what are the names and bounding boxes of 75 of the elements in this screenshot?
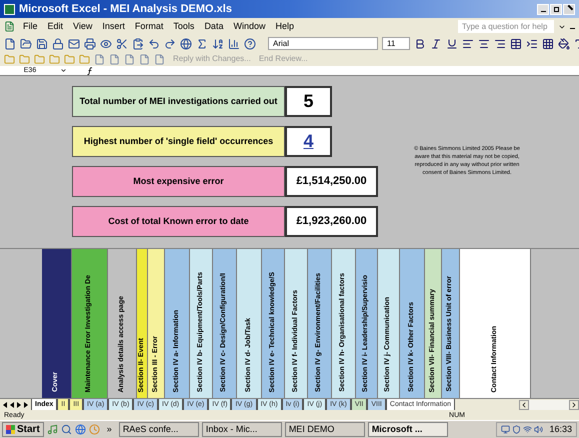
summary-value[interactable]: 4 <box>285 126 332 157</box>
summary-value: 5 <box>285 86 332 117</box>
shield-icon[interactable] <box>512 425 522 434</box>
mail-icon[interactable] <box>68 38 80 50</box>
close-button[interactable] <box>563 4 575 14</box>
save-icon[interactable] <box>36 38 48 50</box>
menu-item[interactable]: Edit <box>48 20 64 34</box>
sort-icon[interactable] <box>212 38 224 50</box>
summary-label: Highest number of 'single field' occurrences <box>72 126 285 157</box>
font-size-field[interactable]: 11 <box>382 37 410 50</box>
taskbar-button[interactable]: Inbox - Mic... <box>202 422 282 437</box>
sigma-icon[interactable] <box>196 38 208 50</box>
italic-icon[interactable] <box>430 38 442 50</box>
menu-item[interactable]: Help <box>275 20 294 34</box>
summary-label: Total number of MEI investigations carried out <box>72 86 285 117</box>
globe-icon[interactable] <box>180 38 192 50</box>
network-icon[interactable] <box>523 425 532 434</box>
document-icon[interactable] <box>154 54 165 64</box>
scroll-left-icon[interactable] <box>519 400 529 410</box>
function-icon[interactable] <box>87 66 93 74</box>
taskbar-button[interactable]: Microsoft ... <box>368 422 448 437</box>
window-title: Microsoft Excel - MEI Analysis DEMO.xls <box>19 2 232 17</box>
fill-color-icon[interactable] <box>558 38 570 50</box>
align-left-icon[interactable] <box>462 38 474 50</box>
menu-item[interactable]: Tools <box>173 20 194 34</box>
paste-icon[interactable] <box>132 38 144 50</box>
printer-icon[interactable] <box>84 38 96 50</box>
undo-icon[interactable] <box>148 38 160 50</box>
summary-label: Cost of total Known error to date <box>72 206 285 237</box>
bold-icon[interactable] <box>414 38 426 50</box>
menu-item[interactable]: Insert <box>102 20 125 34</box>
summary-value: £1,923,260.00 <box>285 206 378 237</box>
search-icon[interactable] <box>60 424 72 435</box>
font-field[interactable]: Arial <box>268 37 378 50</box>
workbook-icon[interactable] <box>4 21 15 32</box>
music-icon[interactable] <box>46 424 58 435</box>
merge-cells-icon[interactable] <box>510 38 522 50</box>
summary-value: £1,514,250.00 <box>285 166 378 197</box>
windows-logo-icon <box>6 425 15 434</box>
new-file-icon[interactable] <box>4 38 16 50</box>
align-center-icon[interactable] <box>478 38 490 50</box>
taskbar-button[interactable]: RAeS confe... <box>118 422 199 437</box>
help-icon[interactable] <box>244 38 256 50</box>
menu-item[interactable]: Data <box>204 20 224 34</box>
scissors-icon[interactable] <box>116 38 128 50</box>
folder-icon[interactable] <box>20 38 32 50</box>
menu-item[interactable]: Format <box>134 20 164 34</box>
start-button[interactable]: Start <box>2 422 44 437</box>
speaker-icon[interactable] <box>534 425 544 434</box>
indent-icon[interactable] <box>526 38 538 50</box>
overflow-button[interactable]: » <box>106 422 112 436</box>
restore-button[interactable] <box>550 4 562 14</box>
document-icon[interactable] <box>109 54 120 64</box>
clock-text: 16:33 <box>549 422 572 436</box>
document-icon[interactable] <box>139 54 150 64</box>
excel-logo-icon <box>4 4 15 14</box>
scroll-right-icon[interactable] <box>569 400 579 410</box>
borders-icon[interactable] <box>542 38 554 50</box>
taskbar-button[interactable]: MEI DEMO <box>284 422 365 437</box>
monitor-icon[interactable] <box>501 425 510 434</box>
menu-item[interactable]: View <box>73 20 92 34</box>
underline-icon[interactable] <box>446 38 458 50</box>
summary-label: Most expensive error <box>72 166 285 197</box>
menu-item[interactable]: File <box>23 20 38 34</box>
align-right-icon[interactable] <box>494 38 506 50</box>
minimize-button[interactable] <box>537 4 549 14</box>
help-search-field[interactable]: Type a question for help <box>458 20 554 33</box>
globe-icon[interactable] <box>74 424 86 435</box>
menu-item[interactable]: Window <box>233 20 266 34</box>
redo-icon[interactable] <box>164 38 176 50</box>
document-icon[interactable] <box>124 54 135 64</box>
permission-icon[interactable] <box>52 38 64 50</box>
dropdown-caret-icon[interactable] <box>60 67 67 74</box>
chart-icon[interactable] <box>228 38 240 50</box>
print-preview-icon[interactable] <box>100 38 112 50</box>
